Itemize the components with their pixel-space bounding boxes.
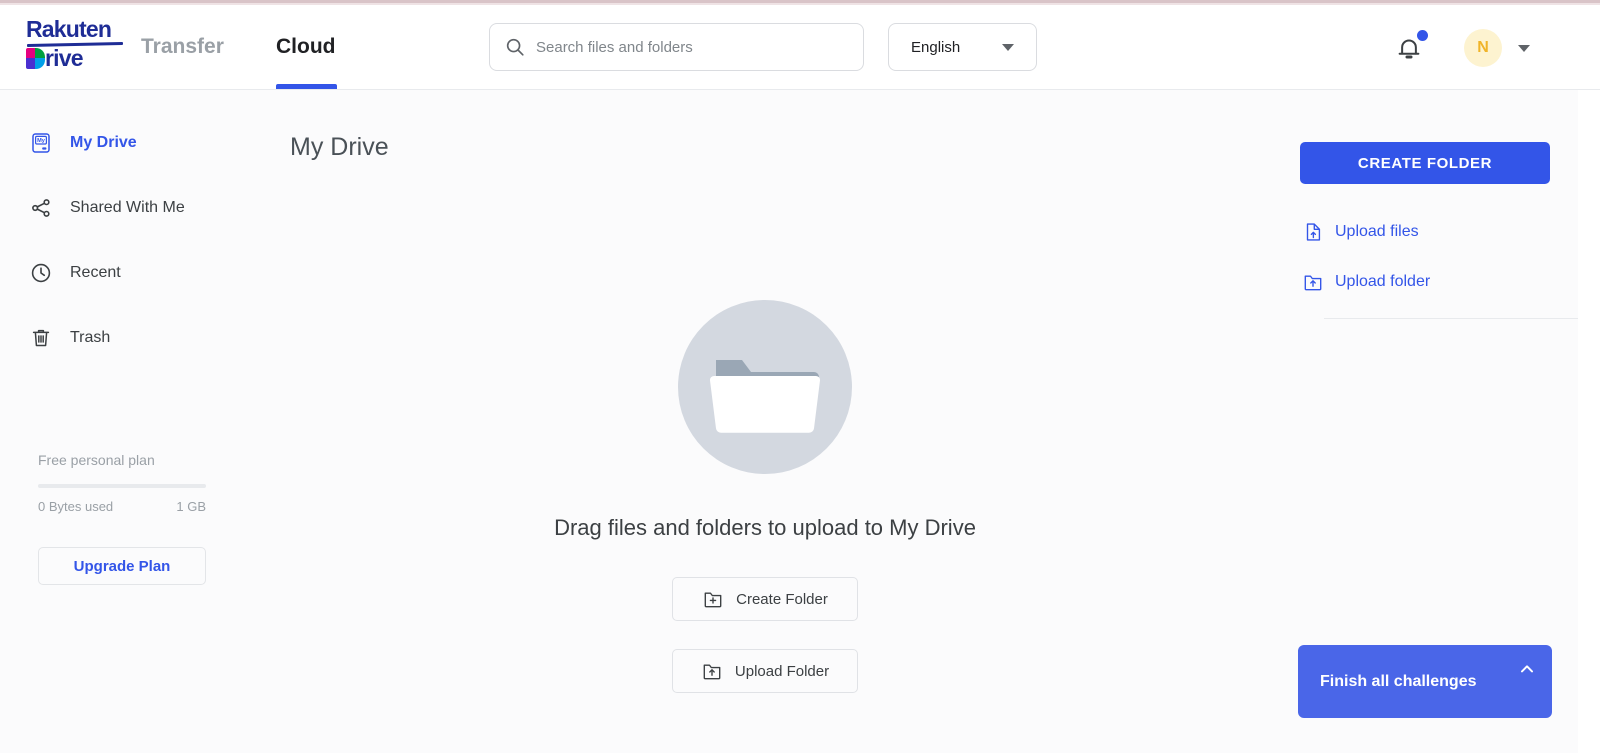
my-drive-icon: My — [26, 128, 56, 158]
chevron-down-icon — [1002, 44, 1014, 51]
empty-state-message: Drag files and folders to upload to My D… — [554, 515, 976, 540]
account-menu-chevron-down-icon[interactable] — [1518, 45, 1530, 52]
sidebar-item-trash[interactable]: Trash — [26, 323, 110, 353]
storage-plan-block: Free personal plan 0 Bytes used 1 GB — [38, 452, 213, 514]
search-input[interactable] — [536, 32, 849, 62]
notification-badge-dot — [1417, 30, 1428, 41]
app-header: Rakuten rive Transfer Cloud English — [0, 5, 1600, 90]
upload-files-link[interactable]: Upload files — [1302, 221, 1419, 243]
empty-state: Drag files and folders to upload to My D… — [520, 300, 1010, 693]
upload-folder-link[interactable]: Upload folder — [1302, 271, 1430, 293]
tab-transfer[interactable]: Transfer — [141, 35, 224, 59]
storage-total-label: 1 GB — [176, 499, 206, 514]
file-upload-icon — [1302, 221, 1324, 243]
chevron-up-icon[interactable] — [1516, 658, 1538, 680]
upload-files-label: Upload files — [1335, 223, 1419, 240]
upload-folder-label: Upload folder — [1335, 273, 1431, 290]
challenges-panel[interactable]: Finish all challenges — [1298, 645, 1552, 718]
right-scrollbar-gutter[interactable] — [1578, 90, 1600, 753]
upload-folder-button-center[interactable]: Upload Folder — [672, 649, 858, 693]
language-selector[interactable]: English — [888, 23, 1037, 71]
tab-active-indicator — [276, 84, 337, 89]
plan-name-label: Free personal plan — [38, 452, 155, 468]
sidebar-item-label: Shared With Me — [70, 199, 185, 216]
avatar-initial: N — [1477, 39, 1489, 56]
tab-cloud[interactable]: Cloud — [276, 35, 335, 59]
trash-icon — [26, 323, 56, 353]
storage-progress-bar — [38, 484, 206, 488]
challenges-label: Finish all challenges — [1320, 672, 1477, 690]
folder-plus-icon — [702, 588, 724, 610]
search-bar[interactable] — [489, 23, 864, 71]
storage-meta: 0 Bytes used 1 GB — [38, 499, 206, 514]
sidebar-item-recent[interactable]: Recent — [26, 258, 121, 288]
right-panel-divider — [1324, 318, 1578, 319]
clock-icon — [26, 258, 56, 288]
app-body: My My Drive Shared With Me Recent Trash … — [0, 90, 1578, 753]
sidebar-item-shared-with-me[interactable]: Shared With Me — [26, 193, 185, 223]
upgrade-plan-button[interactable]: Upgrade Plan — [38, 547, 206, 585]
rakuten-drive-logo[interactable]: Rakuten rive — [26, 17, 136, 75]
create-folder-button[interactable]: CREATE FOLDER — [1300, 142, 1550, 184]
folder-upload-icon — [1302, 271, 1324, 293]
search-icon — [504, 36, 526, 58]
share-icon — [26, 193, 56, 223]
sidebar-item-label: My Drive — [70, 134, 137, 151]
avatar[interactable]: N — [1464, 29, 1502, 67]
page-title: My Drive — [290, 133, 389, 161]
button-label: Create Folder — [736, 590, 828, 608]
language-selected-label: English — [911, 38, 961, 56]
logo-drive-text: rive — [45, 45, 84, 71]
logo-drive-row: rive — [26, 45, 84, 71]
sidebar: My My Drive Shared With Me Recent Trash … — [0, 90, 250, 753]
notifications-button[interactable] — [1394, 30, 1428, 65]
logo-d-mark-icon — [26, 47, 45, 69]
empty-folder-illustration — [678, 300, 852, 474]
svg-text:My: My — [37, 138, 46, 144]
sidebar-item-my-drive[interactable]: My My Drive — [26, 128, 137, 158]
create-folder-button-center[interactable]: Create Folder — [672, 577, 858, 621]
folder-upload-icon — [701, 660, 723, 682]
storage-used-label: 0 Bytes used — [38, 499, 114, 514]
sidebar-item-label: Trash — [70, 329, 111, 346]
sidebar-item-label: Recent — [70, 264, 121, 281]
app-window: Rakuten rive Transfer Cloud English — [0, 0, 1600, 753]
logo-rakuten-text: Rakuten — [26, 16, 112, 42]
button-label: Upload Folder — [734, 662, 830, 680]
